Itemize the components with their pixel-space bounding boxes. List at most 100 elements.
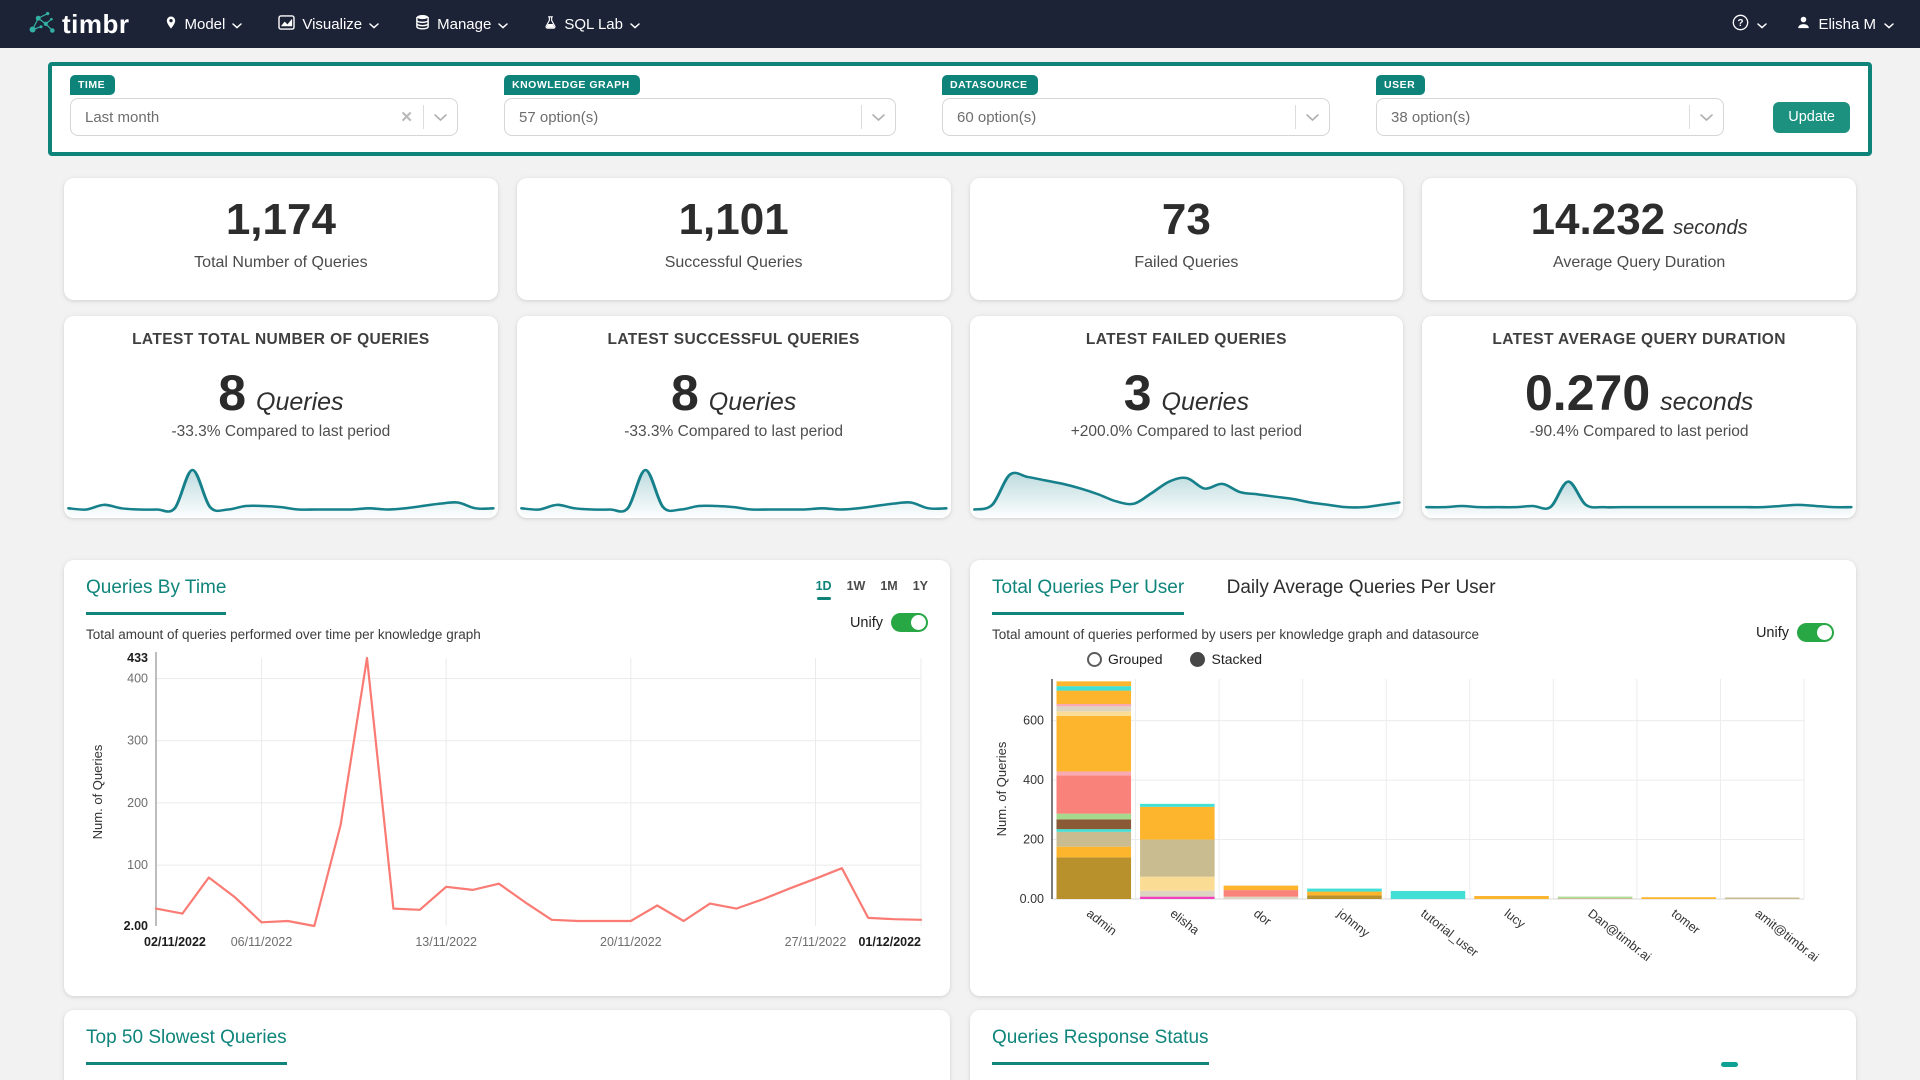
navbar-right: ? Elisha M — [1732, 14, 1894, 35]
svg-text:tomer: tomer — [1669, 906, 1703, 937]
latest-row: LATEST TOTAL NUMBER OF QUERIES 8 Queries … — [64, 316, 1856, 518]
sparkline-chart — [519, 468, 948, 517]
stat-unit: seconds — [1673, 217, 1748, 239]
radio-circle-icon — [1190, 651, 1206, 667]
latest-card-value: 8 Queries — [218, 365, 344, 421]
chevron-down-icon[interactable] — [434, 109, 447, 126]
select-divider — [423, 105, 424, 129]
svg-text:200: 200 — [1023, 833, 1044, 847]
unify-toggle[interactable] — [891, 613, 928, 632]
help-menu[interactable]: ? — [1732, 14, 1768, 35]
database-icon — [415, 14, 430, 34]
grouped-radio[interactable]: Grouped — [1087, 651, 1162, 667]
tab-daily-average-queries[interactable]: Daily Average Queries Per User — [1227, 577, 1496, 598]
datasource-select[interactable]: 60 option(s) — [942, 98, 1330, 136]
bottom-row: Top 50 Slowest Queries DB DATASOURCE USE… — [64, 1010, 1856, 1080]
latest-card-change: -33.3% Compared to last period — [624, 423, 844, 440]
filter-bar: TIME Last month ✕ KNOWLEDGE GRAPH 57 opt… — [48, 62, 1872, 156]
chevron-down-icon — [369, 16, 379, 33]
latest-card-value: 3 Queries — [1123, 365, 1250, 421]
knowledge-graph-select[interactable]: 57 option(s) — [504, 98, 896, 136]
datasource-filter-badge: DATASOURCE — [942, 75, 1038, 95]
latest-card-change: -90.4% Compared to last period — [1529, 423, 1749, 440]
sparkline-chart — [67, 468, 495, 517]
stat-card-total-queries: 1,174 Total Number of Queries — [64, 178, 498, 300]
clear-icon[interactable]: ✕ — [400, 108, 413, 126]
help-icon: ? — [1732, 14, 1749, 35]
filter-user: USER 38 option(s) — [1376, 75, 1724, 136]
chevron-down-icon[interactable] — [872, 109, 885, 126]
menu-sql-lab-label: SQL Lab — [564, 15, 623, 33]
range-buttons: 1D 1W 1M 1Y — [816, 579, 928, 600]
svg-text:amit@timbr.ai: amit@timbr.ai — [1752, 906, 1821, 962]
charts-row: Queries By Time Total amount of queries … — [64, 560, 1856, 996]
latest-total-queries-card: LATEST TOTAL NUMBER OF QUERIES 8 Queries … — [64, 316, 498, 518]
stat-value: 1,174 — [225, 195, 336, 244]
svg-text:27/11/2022: 27/11/2022 — [785, 935, 847, 949]
queries-by-time-title[interactable]: Queries By Time — [86, 577, 227, 615]
chevron-down-icon — [498, 16, 509, 33]
user-select[interactable]: 38 option(s) — [1376, 98, 1724, 136]
queries-by-time-chart[interactable]: 433 400 300 200 100 2.00 02/11/2022 06/11/2022 1… — [86, 646, 928, 968]
svg-text:Num. of Queries: Num. of Queries — [994, 741, 1009, 836]
stat-label: Average Query Duration — [1553, 254, 1726, 271]
latest-card-title: LATEST AVERAGE QUERY DURATION — [1492, 331, 1786, 348]
select-divider — [1295, 105, 1296, 129]
unify-toggle[interactable] — [1797, 623, 1834, 642]
timbr-logo[interactable]: timbr — [26, 6, 130, 43]
svg-text:Num. of Queries: Num. of Queries — [90, 744, 105, 839]
svg-text:tutorial_user: tutorial_user — [1418, 906, 1481, 959]
brand-name: timbr — [62, 8, 130, 39]
navbar: timbr Model Visualize Manage SQL Lab ? E… — [0, 0, 1920, 48]
time-select[interactable]: Last month ✕ — [70, 98, 458, 136]
menu-sql-lab[interactable]: SQL Lab — [544, 15, 640, 34]
nav-menus: Model Visualize Manage SQL Lab — [164, 14, 641, 34]
chevron-down-icon — [1757, 16, 1768, 33]
svg-text:dor: dor — [1251, 906, 1274, 928]
chevron-down-icon — [630, 16, 640, 33]
menu-visualize[interactable]: Visualize — [278, 14, 379, 34]
stat-card-successful-queries: 1,101 Successful Queries — [516, 178, 951, 300]
svg-text:06/11/2022: 06/11/2022 — [231, 935, 293, 949]
latest-card-title: LATEST SUCCESSFUL QUERIES — [607, 331, 860, 348]
filter-time: TIME Last month ✕ — [70, 75, 458, 136]
latest-card-change: +200.0% Compared to last period — [1070, 423, 1303, 440]
svg-text:johnny: johnny — [1334, 906, 1373, 941]
svg-text:?: ? — [1738, 18, 1744, 29]
chevron-down-icon — [1884, 16, 1894, 33]
latest-card-value: 8 Queries — [670, 365, 797, 421]
stat-value: 1,101 — [678, 195, 789, 244]
svg-text:02/11/2022: 02/11/2022 — [144, 935, 206, 949]
latest-successful-queries-card: LATEST SUCCESSFUL QUERIES 8 Queries -33.3… — [516, 316, 951, 518]
time-filter-badge: TIME — [70, 75, 116, 95]
menu-model-label: Model — [184, 15, 226, 33]
update-button[interactable]: Update — [1773, 101, 1850, 133]
svg-text:20/11/2022: 20/11/2022 — [600, 935, 662, 949]
stat-value: 73 — [1161, 195, 1211, 244]
svg-text:13/11/2022: 13/11/2022 — [415, 935, 477, 949]
stat-card-failed-queries: 73 Failed Queries — [969, 178, 1404, 300]
latest-card-change: -33.3% Compared to last period — [171, 423, 391, 440]
user-icon — [1797, 16, 1810, 33]
menu-model[interactable]: Model — [164, 15, 243, 34]
chevron-down-icon[interactable] — [1306, 109, 1319, 126]
menu-manage[interactable]: Manage — [415, 14, 509, 34]
queries-per-user-chart[interactable]: 0.00 200 400 600 admin elisha dor johnny tutoria… — [992, 674, 1832, 962]
svg-text:400: 400 — [1023, 773, 1044, 787]
knowledge-graph-filter-badge: KNOWLEDGE GRAPH — [504, 75, 640, 95]
latest-failed-queries-card: LATEST FAILED QUERIES 3 Queries +200.0% C… — [969, 316, 1404, 518]
range-1y-button[interactable]: 1Y — [913, 579, 928, 600]
tab-total-queries-per-user[interactable]: Total Queries Per User — [992, 577, 1185, 615]
range-1d-button[interactable]: 1D — [816, 579, 832, 600]
queries-by-time-subtitle: Total amount of queries performed over t… — [86, 627, 481, 642]
range-1m-button[interactable]: 1M — [880, 579, 897, 600]
svg-text:admin: admin — [1084, 906, 1119, 938]
chevron-down-icon[interactable] — [1700, 109, 1713, 126]
stacked-radio[interactable]: Stacked — [1190, 651, 1262, 667]
range-1w-button[interactable]: 1W — [847, 579, 866, 600]
time-select-value: Last month — [85, 108, 160, 126]
user-select-value: 38 option(s) — [1391, 108, 1471, 126]
menu-manage-label: Manage — [437, 15, 492, 33]
map-pin-icon — [164, 15, 178, 34]
user-menu[interactable]: Elisha M — [1797, 16, 1894, 33]
